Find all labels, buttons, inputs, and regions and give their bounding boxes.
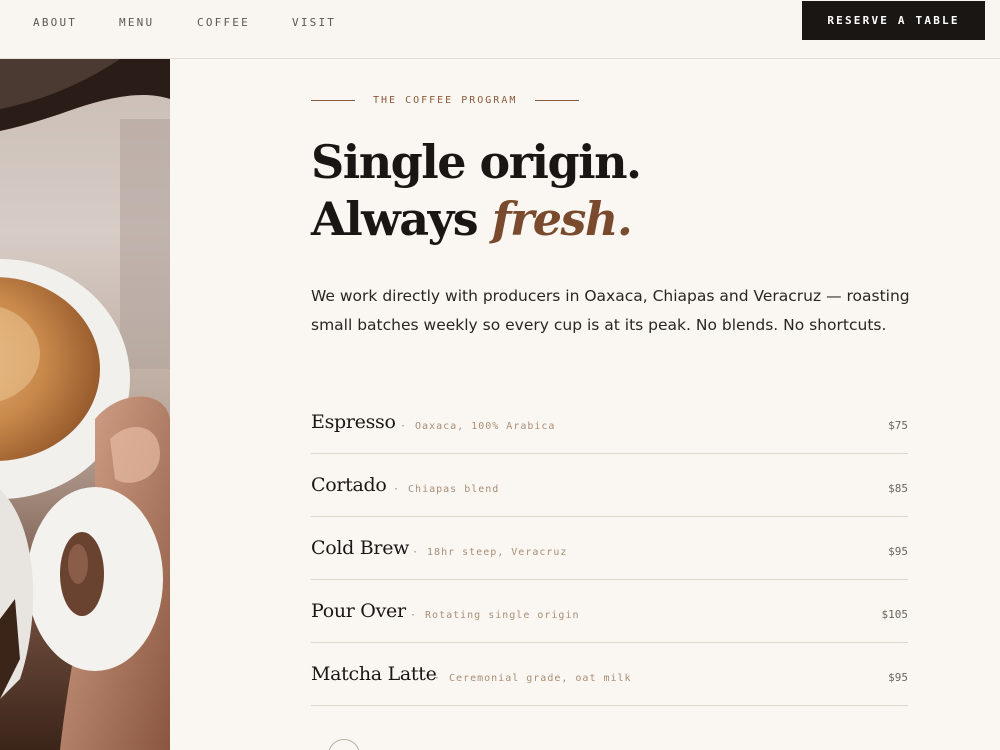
menu-item-price: $75 [888, 419, 908, 432]
menu-item-name: Cold Brew [311, 537, 410, 559]
intro-paragraph: We work directly with producers in Oaxac… [311, 287, 910, 334]
menu-item-name: Pour Over [311, 600, 406, 622]
menu-item-desc: · 18hr steep, Veracruz [412, 547, 567, 558]
menu-item-price: $95 [888, 545, 908, 558]
eyebrow-rule-left [311, 99, 355, 101]
nav-link-visit[interactable]: VISIT [292, 16, 336, 29]
top-nav: ABOUT MENU COFFEE VISIT RESERVE A TABLE [0, 0, 1000, 59]
menu-item-matcha-latte[interactable]: Matcha Latte · Ceremonial grade, oat milk… [311, 643, 908, 706]
menu-item-desc: · Oaxaca, 100% Arabica [400, 421, 555, 432]
menu-item-desc: · Ceremonial grade, oat milk [434, 673, 632, 684]
reserve-table-button[interactable]: RESERVE A TABLE [802, 1, 985, 40]
menu-item-desc-text: Oaxaca, 100% Arabica [415, 421, 556, 432]
menu-item-desc: · Chiapas blend [393, 484, 499, 495]
separator-dot: · [412, 547, 420, 558]
menu-item-espresso[interactable]: Espresso · Oaxaca, 100% Arabica $75 [311, 391, 908, 454]
menu-item-price: $105 [881, 608, 909, 621]
menu-item-price: $95 [888, 671, 908, 684]
eyebrow-label: THE COFFEE PROGRAM [373, 94, 518, 106]
separator-dot: · [393, 484, 401, 495]
menu-item-price: $85 [888, 482, 908, 495]
menu-item-cold-brew[interactable]: Cold Brew · 18hr steep, Veracruz $95 [311, 517, 908, 580]
menu-item-name: Cortado [311, 474, 387, 496]
coffee-cup-photo [0, 59, 170, 750]
separator-dot: · [400, 421, 408, 432]
separator-dot: · [434, 673, 442, 684]
menu-item-name: Espresso [311, 411, 396, 433]
coffee-cup-illustration [0, 59, 170, 750]
eyebrow-rule-right [535, 99, 580, 101]
menu-item-desc-text: Ceremonial grade, oat milk [449, 673, 632, 684]
menu-item-desc: · Rotating single origin [410, 610, 579, 621]
menu-item-cortado[interactable]: Cortado · Chiapas blend $85 [311, 454, 908, 517]
menu-item-desc-text: Rotating single origin [425, 610, 580, 621]
headline-accent: fresh. [491, 192, 633, 246]
separator-dot: · [410, 610, 418, 621]
headline-line-2: Always [311, 192, 492, 246]
page-headline: Single origin. Always fresh. [311, 134, 642, 248]
nav-link-menu[interactable]: MENU [119, 16, 154, 29]
scroll-indicator-button[interactable] [328, 739, 360, 750]
menu-item-desc-text: Chiapas blend [408, 484, 500, 495]
nav-link-about[interactable]: ABOUT [33, 16, 77, 29]
nav-link-coffee[interactable]: COFFEE [197, 16, 250, 29]
coffee-menu-list: Espresso · Oaxaca, 100% Arabica $75 Corta… [311, 391, 908, 706]
menu-item-name: Matcha Latte [311, 663, 437, 685]
menu-item-desc-text: 18hr steep, Veracruz [427, 547, 568, 558]
section-eyebrow: THE COFFEE PROGRAM [311, 92, 596, 108]
headline-line-1: Single origin. [311, 135, 642, 189]
menu-item-pour-over[interactable]: Pour Over · Rotating single origin $105 [311, 580, 908, 643]
